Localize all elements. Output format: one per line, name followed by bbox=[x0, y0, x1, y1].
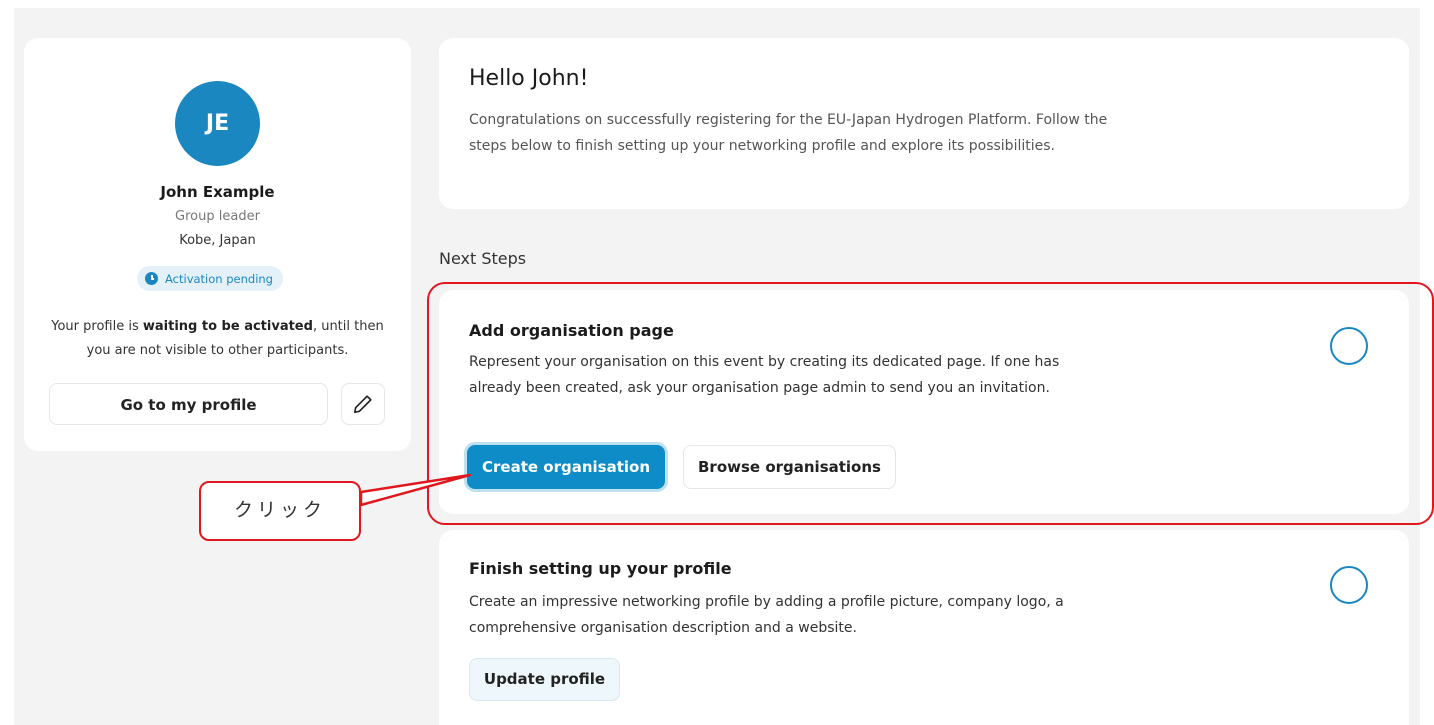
annotation-callout: クリック bbox=[199, 481, 361, 541]
annotation-pointer bbox=[359, 473, 472, 507]
